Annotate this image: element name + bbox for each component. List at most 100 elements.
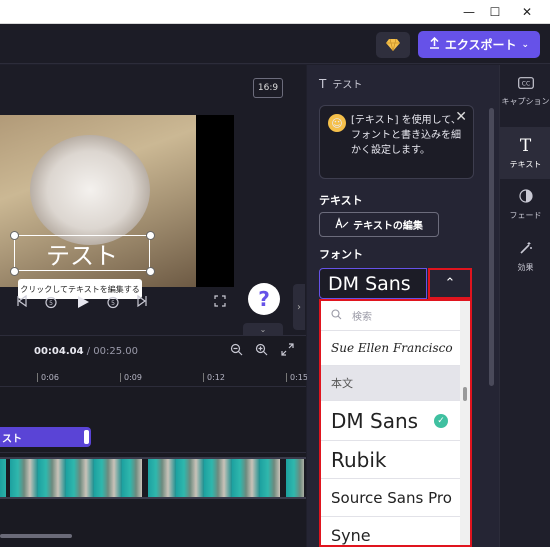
text-overlay[interactable]: テスト [14, 235, 150, 271]
ruler-tick: 0:12 [203, 373, 225, 382]
rail-item-label: テキスト [509, 160, 542, 169]
font-option-label: Rubik [331, 447, 387, 472]
upload-icon [429, 36, 440, 52]
current-time: 00:04.04 [34, 346, 84, 357]
hamster-image [30, 135, 150, 245]
zoom-in-icon[interactable] [255, 343, 268, 359]
info-text: [テキスト] を使用して、フォントと書き込みを細かく設定します。 [351, 115, 461, 156]
premium-button[interactable] [376, 32, 410, 58]
video-thumbnail [0, 459, 8, 497]
panel-scrollbar[interactable] [489, 108, 494, 386]
export-label: エクスポート [444, 38, 517, 52]
timeline-ruler[interactable]: 0:06 0:09 0:12 0:15 [0, 367, 308, 387]
chevron-up-icon: ⌃ [444, 276, 456, 291]
panel-title: T テスト [319, 76, 363, 92]
resize-handle-tl[interactable] [10, 231, 19, 240]
dropdown-scrollbar[interactable] [460, 301, 470, 545]
video-preview[interactable]: テスト クリックしてテキストを編集する [0, 115, 234, 299]
font-category-header: 本文 [321, 366, 462, 401]
svg-text:5: 5 [111, 300, 115, 307]
text-icon: T [519, 136, 532, 156]
ruler-tick: 0:06 [37, 373, 59, 382]
font-option[interactable]: Syne [321, 517, 462, 545]
text-panel: T テスト ☺ [テキスト] を使用して、フォントと書き込みを細かく設定します。… [307, 65, 499, 547]
font-option-label: Sue Ellen Francisco [331, 341, 453, 355]
video-thumbnail [148, 459, 282, 497]
diamond-icon [386, 36, 400, 55]
video-thumbnail [10, 459, 144, 497]
video-thumbnail [286, 459, 306, 497]
fullscreen-icon[interactable] [214, 295, 226, 311]
timecode: 00:04.04 / 00:25.00 [34, 346, 138, 357]
ruler-tick: 0:09 [120, 373, 142, 382]
text-clip-label: スト [2, 433, 22, 445]
font-select[interactable]: DM Sans [319, 268, 427, 299]
text-icon: T [319, 76, 327, 91]
text-section-label: テキスト [319, 194, 363, 207]
magic-wand-icon [519, 241, 533, 259]
edit-text-icon [335, 217, 349, 232]
rail-item-label: 効果 [517, 263, 534, 272]
panel-title-label: テスト [332, 80, 363, 91]
rail-item-label: キャプション [501, 97, 550, 106]
expand-timeline-tab[interactable]: ⌄ [243, 323, 283, 335]
aspect-ratio-button[interactable]: 16:9 [253, 78, 283, 98]
play-icon[interactable] [76, 295, 90, 313]
font-section-label: フォント [319, 248, 363, 261]
font-search-placeholder: 検索 [352, 312, 372, 323]
text-clip[interactable]: スト [0, 427, 91, 447]
edit-text-label: テキストの編集 [353, 221, 423, 232]
rail-item-text[interactable]: T テキスト [500, 127, 550, 179]
font-option[interactable]: Source Sans Pro [321, 479, 462, 517]
font-option-label: Source Sans Pro [331, 488, 452, 507]
font-option[interactable]: Rubik [321, 441, 462, 479]
clip-trim-handle[interactable] [84, 430, 89, 444]
fit-timeline-icon[interactable] [281, 343, 294, 359]
search-icon [331, 308, 342, 323]
fade-icon [518, 189, 533, 207]
font-option-label: DM Sans [331, 408, 419, 433]
font-dropdown-toggle[interactable]: ⌃ [428, 268, 472, 299]
rail-item-effects[interactable]: 効果 [500, 231, 550, 283]
edit-text-button[interactable]: テキストの編集 [319, 212, 439, 237]
checkmark-icon: ✓ [434, 413, 448, 428]
track-divider [0, 452, 306, 453]
close-icon[interactable]: ✕ [455, 109, 467, 125]
cc-icon: CC [517, 75, 534, 93]
close-window-button[interactable]: ✕ [504, 0, 550, 24]
video-track[interactable] [0, 457, 306, 499]
font-option-selected[interactable]: DM Sans ✓ [321, 401, 462, 441]
collapse-panel-tab[interactable]: › [293, 284, 305, 330]
rail-item-fade[interactable]: フェード [500, 179, 550, 231]
resize-handle-br[interactable] [146, 267, 155, 276]
resize-handle-bl[interactable] [10, 267, 19, 276]
dropdown-scroll-thumb[interactable] [463, 387, 467, 401]
font-option-label: Syne [331, 525, 371, 545]
total-time: / 00:25.00 [86, 346, 139, 357]
chevron-down-icon: ⌄ [521, 39, 530, 50]
rail-item-label: フェード [509, 211, 542, 220]
rail-item-captions[interactable]: CC キャプション [500, 65, 550, 117]
font-option[interactable]: Sue Ellen Francisco [321, 331, 462, 366]
forward-5-icon[interactable]: 5 [106, 295, 120, 313]
font-search[interactable]: 検索 [321, 301, 462, 331]
svg-text:5: 5 [49, 300, 53, 307]
zoom-out-icon[interactable] [230, 343, 243, 359]
editor-area: 16:9 テスト クリックしてテキストを編集する 5 5 ? › ⌄ 00:04… [0, 65, 308, 547]
export-button[interactable]: エクスポート ⌄ [418, 31, 540, 58]
resize-handle-tr[interactable] [146, 231, 155, 240]
info-card: ☺ [テキスト] を使用して、フォントと書き込みを細かく設定します。 ✕ [319, 105, 474, 179]
help-button[interactable]: ? [248, 283, 280, 315]
window-title-bar: — ☐ ✕ [0, 0, 550, 24]
ruler-tick: 0:15 [286, 373, 308, 382]
timeline-scrollbar[interactable] [0, 534, 72, 538]
app-header: エクスポート ⌄ [0, 24, 550, 64]
skip-start-icon[interactable] [16, 294, 28, 311]
timeline: 00:04.04 / 00:25.00 0:06 0:09 0:12 0:15 … [0, 335, 308, 547]
rewind-5-icon[interactable]: 5 [44, 295, 58, 313]
skip-end-icon[interactable] [136, 294, 148, 311]
tool-rail: CC キャプション T テキスト フェード 効果 [499, 65, 550, 547]
svg-text:CC: CC [521, 81, 529, 88]
emoji-icon: ☺ [328, 114, 346, 132]
font-category-label: 本文 [331, 377, 353, 390]
